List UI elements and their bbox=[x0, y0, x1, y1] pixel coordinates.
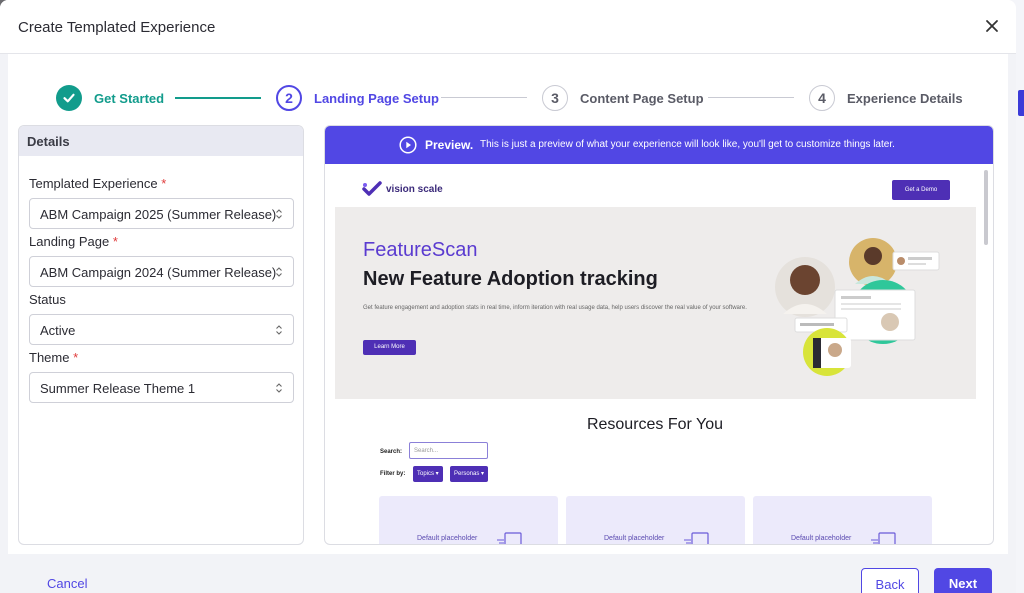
preview-get-a-demo-button[interactable]: Get a Demo bbox=[892, 180, 950, 200]
step-connector bbox=[175, 97, 261, 99]
chevron-updown-icon bbox=[276, 267, 282, 277]
required-marker: * bbox=[73, 350, 79, 365]
required-marker: * bbox=[112, 234, 118, 249]
stepper: Get Started 2 Landing Page Setup 3 Conte… bbox=[8, 54, 1008, 124]
modal-footer: Cancel Back Next bbox=[0, 554, 1016, 593]
select-value: ABM Campaign 2024 (Summer Release) bbox=[40, 265, 277, 280]
back-button[interactable]: Back bbox=[861, 568, 919, 593]
chevron-updown-icon bbox=[276, 383, 282, 393]
field-label: Templated Experience bbox=[29, 176, 158, 191]
theme-select[interactable]: Summer Release Theme 1 bbox=[29, 372, 294, 403]
close-icon[interactable] bbox=[982, 16, 1002, 36]
card-placeholder-text: Default placeholder image bbox=[791, 535, 852, 542]
step-connector bbox=[708, 97, 794, 98]
templated-experience-select[interactable]: ABM Campaign 2025 (Summer Release) bbox=[29, 198, 294, 229]
select-value: Active bbox=[40, 323, 76, 338]
background-window-tab bbox=[1018, 90, 1024, 116]
preview-topics-filter[interactable]: Topics ▾ bbox=[413, 466, 443, 482]
field-label: Landing Page bbox=[29, 234, 110, 249]
preview-panel: Preview. This is just a preview of what … bbox=[324, 125, 994, 545]
preview-banner-text: This is just a preview of what your expe… bbox=[480, 139, 895, 150]
details-panel: Details Templated Experience * ABM Campa… bbox=[18, 125, 304, 545]
logo-check-icon bbox=[362, 181, 382, 196]
placeholder-image-icon bbox=[871, 532, 896, 544]
step-number: 4 bbox=[809, 85, 835, 111]
preview-banner: Preview. This is just a preview of what … bbox=[325, 126, 993, 164]
step-content-page-setup[interactable]: 3 Content Page Setup bbox=[542, 84, 704, 112]
step-get-started[interactable]: Get Started bbox=[56, 84, 164, 112]
theme-field: Theme * Summer Release Theme 1 bbox=[29, 350, 294, 403]
preview-banner-title: Preview. bbox=[425, 138, 474, 152]
preview-personas-filter[interactable]: Personas ▾ bbox=[450, 466, 489, 482]
preview-resource-card[interactable]: Default placeholder image bbox=[566, 496, 745, 544]
step-label: Content Page Setup bbox=[580, 90, 704, 106]
play-circle-icon bbox=[399, 136, 417, 154]
hero-eyebrow: FeatureScan bbox=[363, 239, 478, 261]
field-label: Status bbox=[29, 292, 66, 307]
placeholder-image-icon bbox=[684, 532, 709, 544]
step-label: Experience Details bbox=[847, 90, 963, 106]
logo-text: vision scale bbox=[386, 183, 443, 195]
step-label: Landing Page Setup bbox=[314, 90, 439, 106]
modal-title: Create Templated Experience bbox=[18, 19, 216, 36]
next-button[interactable]: Next bbox=[934, 568, 992, 593]
card-placeholder-text: Default placeholder image bbox=[604, 535, 665, 542]
placeholder-image-icon bbox=[497, 532, 522, 544]
preview-search-label: Search: bbox=[380, 449, 403, 455]
hero-description: Get feature engagement and adoption stat… bbox=[363, 305, 747, 311]
hero-title: New Feature Adoption tracking bbox=[363, 268, 658, 290]
step-number: 3 bbox=[542, 85, 568, 111]
chevron-updown-icon bbox=[276, 325, 282, 335]
modal-body: Get Started 2 Landing Page Setup 3 Conte… bbox=[8, 54, 1008, 554]
landing-page-select[interactable]: ABM Campaign 2024 (Summer Release) bbox=[29, 256, 294, 287]
preview-resource-card[interactable]: Default placeholder image bbox=[753, 496, 932, 544]
status-field: Status Active bbox=[29, 292, 294, 345]
select-value: Summer Release Theme 1 bbox=[40, 381, 196, 396]
preview-search-input[interactable]: Search... bbox=[409, 442, 488, 459]
preview-scrollbar[interactable] bbox=[983, 170, 989, 540]
step-landing-page-setup[interactable]: 2 Landing Page Setup bbox=[276, 84, 439, 112]
step-connector bbox=[441, 97, 527, 98]
landing-page-field: Landing Page * ABM Campaign 2024 (Summer… bbox=[29, 234, 294, 287]
hero-learn-more-button[interactable]: Learn More bbox=[363, 340, 416, 355]
check-icon bbox=[56, 85, 82, 111]
resources-title: Resources For You bbox=[586, 416, 724, 433]
step-experience-details[interactable]: 4 Experience Details bbox=[809, 84, 963, 112]
required-marker: * bbox=[161, 176, 167, 191]
chevron-updown-icon bbox=[276, 209, 282, 219]
status-select[interactable]: Active bbox=[29, 314, 294, 345]
cancel-button[interactable]: Cancel bbox=[47, 576, 87, 591]
details-heading: Details bbox=[19, 126, 303, 156]
preview-filter-label: Filter by: bbox=[380, 471, 406, 477]
templated-experience-field: Templated Experience * ABM Campaign 2025… bbox=[29, 176, 294, 229]
modal-header: Create Templated Experience bbox=[0, 0, 1016, 54]
preview-logo: vision scale bbox=[362, 181, 443, 197]
hero-people-illustration bbox=[775, 238, 940, 376]
create-templated-experience-modal: Create Templated Experience Get Started … bbox=[0, 0, 1016, 593]
preview-resource-card[interactable]: Default placeholder image bbox=[379, 496, 558, 544]
scrollbar-thumb[interactable] bbox=[984, 170, 988, 245]
step-number: 2 bbox=[276, 85, 302, 111]
field-label: Theme bbox=[29, 350, 70, 365]
preview-hero: FeatureScan New Feature Adoption trackin… bbox=[335, 207, 976, 399]
card-placeholder-text: Default placeholder image bbox=[417, 535, 478, 542]
step-label: Get Started bbox=[94, 90, 165, 106]
select-value: ABM Campaign 2025 (Summer Release) bbox=[40, 207, 277, 222]
